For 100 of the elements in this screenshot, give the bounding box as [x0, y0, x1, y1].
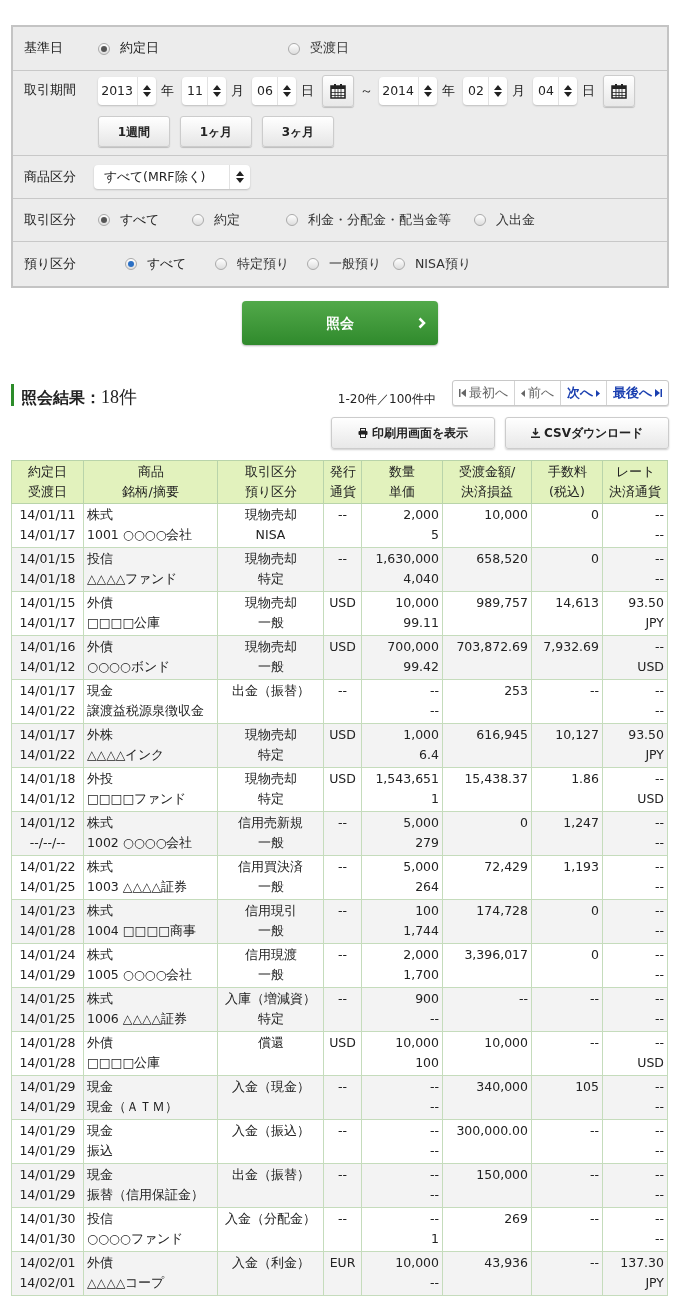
- table-cell: -- --: [602, 547, 668, 592]
- table-cell: 2,000 1,700: [361, 943, 443, 988]
- table-cell: 700,000 99.42: [361, 635, 443, 680]
- radio-option[interactable]: 約定: [192, 210, 286, 230]
- date-unit: 月: [512, 81, 525, 100]
- radio-option[interactable]: 一般預り: [307, 254, 393, 274]
- number-select[interactable]: 06: [252, 77, 296, 105]
- table-cell: 72,429: [442, 855, 532, 900]
- radio-option[interactable]: すべて: [125, 254, 215, 274]
- field-label: 商品区分: [24, 167, 77, 186]
- table-cell: 株式 1003 △△△△証券: [83, 855, 218, 900]
- table-cell: 入金（分配金）: [217, 1207, 324, 1252]
- table-cell: 14/01/30 14/01/30: [11, 1207, 84, 1252]
- submit-button[interactable]: 照会: [242, 301, 438, 345]
- pager-button[interactable]: 次へ: [560, 381, 606, 405]
- field-label: 取引期間: [24, 81, 77, 99]
- range-separator: ～: [360, 81, 373, 100]
- table-cell: -- USD: [602, 767, 668, 812]
- table-cell: 現金 現金（ＡＴＭ）: [83, 1075, 218, 1120]
- table-cell: 900 --: [361, 987, 443, 1032]
- radio-option[interactable]: 約定日: [98, 39, 288, 58]
- table-cell: 3,396,017: [442, 943, 532, 988]
- table-cell: 14/01/15 14/01/17: [11, 591, 84, 636]
- table-cell: 0: [531, 899, 603, 944]
- table-cell: 340,000: [442, 1075, 532, 1120]
- number-select[interactable]: 2013: [98, 77, 156, 105]
- table-cell: 株式 1004 □□□□商事: [83, 899, 218, 944]
- table-cell: 105: [531, 1075, 603, 1120]
- table-cell: --: [323, 855, 362, 900]
- calendar-icon: [611, 83, 627, 99]
- table-cell: --: [323, 1163, 362, 1208]
- number-select[interactable]: 02: [463, 77, 507, 105]
- product-select[interactable]: すべて(MRF除く): [94, 165, 250, 189]
- table-cell: USD: [323, 591, 362, 636]
- table-cell: 入金（利金）: [217, 1251, 324, 1296]
- table-cell: 出金（振替）: [217, 1163, 324, 1208]
- table-cell: 外債 △△△△コープ: [83, 1251, 218, 1296]
- caret-right-icon: [596, 389, 600, 397]
- date-unit: 月: [231, 81, 244, 100]
- action-button[interactable]: 印刷用画面を表示: [331, 417, 495, 449]
- table-cell: --: [442, 987, 532, 1032]
- radio-option[interactable]: 受渡日: [288, 39, 478, 58]
- date-unit: 年: [161, 81, 174, 100]
- table-cell: 現物売却 特定: [217, 723, 324, 768]
- table-cell: 1,543,651 1: [361, 767, 443, 812]
- skip-last-icon: [655, 389, 662, 397]
- table-cell: 現物売却 特定: [217, 767, 324, 812]
- table-cell: USD: [323, 723, 362, 768]
- calendar-button[interactable]: [603, 75, 635, 107]
- table-cell: 外債 □□□□公庫: [83, 591, 218, 636]
- table-cell: -- --: [602, 1075, 668, 1120]
- table-cell: --: [323, 987, 362, 1032]
- column-header: 商品 銘柄/摘要: [83, 460, 218, 504]
- radio-option[interactable]: 利金・分配金・配当金等: [286, 210, 474, 230]
- calendar-button[interactable]: [322, 75, 354, 107]
- table-cell: 外債 □□□□公庫: [83, 1031, 218, 1076]
- radio-option[interactable]: すべて: [98, 210, 192, 230]
- period-preset-button[interactable]: 3ヶ月: [262, 116, 334, 147]
- chevron-right-icon: [418, 317, 426, 329]
- table-cell: 14/01/25 14/01/25: [11, 987, 84, 1032]
- table-cell: 1,247: [531, 811, 603, 856]
- table-cell: 14/01/11 14/01/17: [11, 503, 84, 548]
- skip-first-icon: [459, 389, 466, 397]
- table-cell: 現金 振込: [83, 1119, 218, 1164]
- updown-icon: [283, 85, 291, 97]
- period-preset-button[interactable]: 1週間: [98, 116, 170, 147]
- table-cell: 10,127: [531, 723, 603, 768]
- table-cell: 93.50 JPY: [602, 723, 668, 768]
- printer-icon: [358, 428, 368, 438]
- table-cell: --: [323, 679, 362, 724]
- table-cell: -- --: [361, 1075, 443, 1120]
- table-cell: 150,000: [442, 1163, 532, 1208]
- number-select[interactable]: 04: [533, 77, 577, 105]
- table-cell: 14,613: [531, 591, 603, 636]
- table-cell: --: [531, 1031, 603, 1076]
- number-select[interactable]: 11: [182, 77, 226, 105]
- radio-option[interactable]: NISA預り: [393, 254, 471, 274]
- table-cell: -- --: [361, 679, 443, 724]
- radio-option[interactable]: 入出金: [474, 210, 535, 230]
- table-cell: 14/01/22 14/01/25: [11, 855, 84, 900]
- table-cell: 現金 振替（信用保証金）: [83, 1163, 218, 1208]
- table-cell: 100 1,744: [361, 899, 443, 944]
- period-preset-button[interactable]: 1ヶ月: [180, 116, 252, 147]
- column-header: 取引区分 預り区分: [217, 460, 324, 504]
- table-cell: 入金（現金）: [217, 1075, 324, 1120]
- radio-option[interactable]: 特定預り: [215, 254, 307, 274]
- table-cell: --: [323, 503, 362, 548]
- table-cell: 989,757: [442, 591, 532, 636]
- field-label: 取引区分: [24, 210, 77, 229]
- table-cell: --: [323, 811, 362, 856]
- action-button[interactable]: CSVダウンロード: [505, 417, 669, 449]
- table-cell: 出金（振替）: [217, 679, 324, 724]
- table-cell: 0: [442, 811, 532, 856]
- table-cell: 入庫（増減資） 特定: [217, 987, 324, 1032]
- table-cell: 253: [442, 679, 532, 724]
- updown-icon: [236, 171, 244, 183]
- updown-icon: [424, 85, 432, 97]
- table-cell: 14/01/29 14/01/29: [11, 1163, 84, 1208]
- pager-button[interactable]: 最後へ: [606, 381, 668, 405]
- number-select[interactable]: 2014: [379, 77, 437, 105]
